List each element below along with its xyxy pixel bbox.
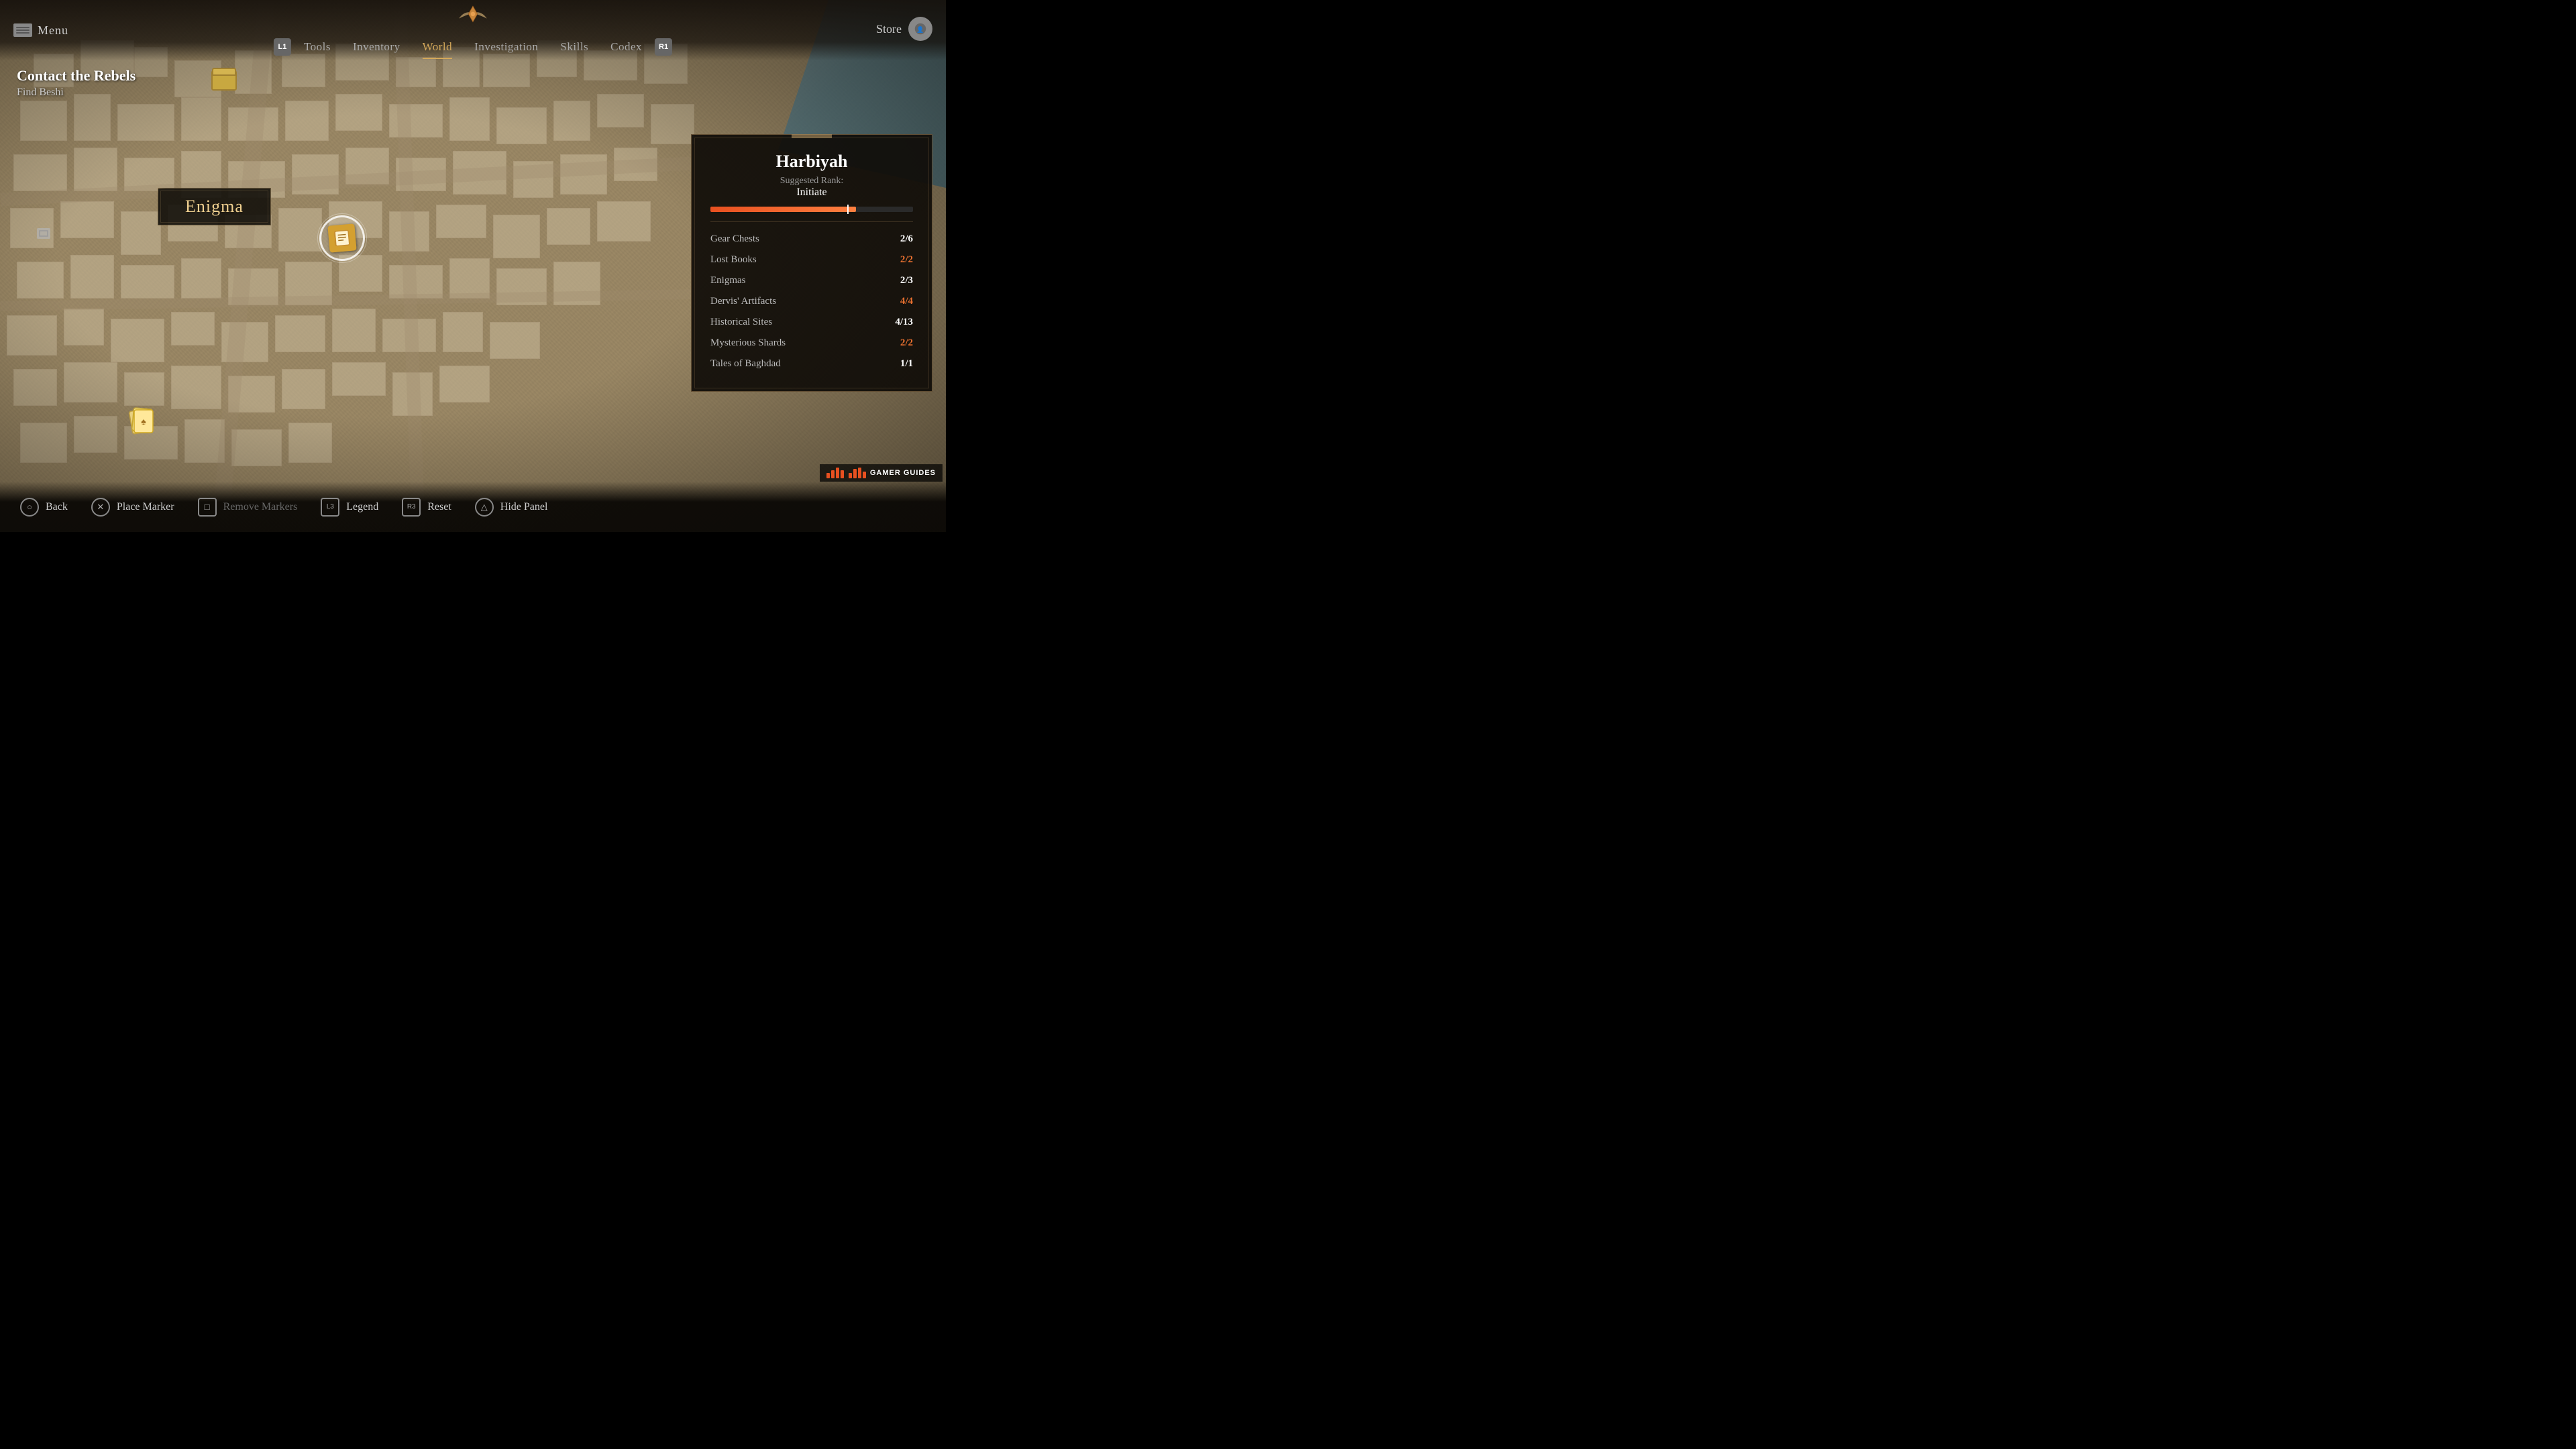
stat-value: 1/1 [900,358,913,370]
stat-label: Dervis' Artifacts [710,296,776,307]
tab-inventory[interactable]: Inventory [343,37,410,57]
stat-value: 2/3 [900,275,913,286]
stat-label: Mysterious Shards [710,337,786,349]
stat-label: Gear Chests [710,233,759,245]
triangle-button-icon: △ [475,498,494,517]
marker-circle [319,215,365,261]
place-marker-label: Place Marker [117,501,174,513]
watermark: GAMER GUIDES [820,464,943,482]
stat-value: 4/4 [900,296,913,307]
quest-info: Contact the Rebels Find Beshi [17,67,136,99]
stat-row-historical: Historical Sites 4/13 [710,312,913,333]
enigma-label: Enigma [185,197,244,216]
store-label: Store [876,22,902,36]
menu-section[interactable]: Menu [13,23,68,38]
enigma-box: Enigma [158,188,271,225]
panel-rank-value: Initiate [710,186,913,199]
stat-value: 2/2 [900,337,913,349]
x-button-icon: ✕ [91,498,110,517]
back-label: Back [46,501,68,513]
gg-logo [826,468,866,478]
stat-row-dervis: Dervis' Artifacts 4/4 [710,291,913,312]
stat-label: Lost Books [710,254,757,266]
l3-button-icon: L3 [321,498,339,517]
progress-fill [710,207,856,212]
tab-world[interactable]: World [413,37,462,57]
top-navigation: Menu L1 Tools Inventory World Investigat… [0,0,946,60]
menu-label[interactable]: Menu [38,23,68,38]
small-map-icon [37,228,50,239]
quest-subtitle: Find Beshi [17,87,136,99]
tab-tools[interactable]: Tools [294,37,340,57]
r1-badge[interactable]: R1 [655,38,672,56]
emblem [456,0,490,34]
stat-row-shards: Mysterious Shards 2/2 [710,333,913,354]
nav-center: L1 Tools Inventory World Investigation S… [274,0,672,57]
panel-ornament [792,134,832,138]
progress-bar [710,207,913,212]
progress-marker [847,205,849,214]
tab-codex[interactable]: Codex [601,37,651,57]
right-panel: Harbiyah Suggested Rank: Initiate Gear C… [691,134,932,392]
legend-action[interactable]: L3 Legend [321,498,378,517]
stat-value: 4/13 [895,317,913,328]
marker-icon [327,223,356,252]
panel-region-name: Harbiyah [710,152,913,172]
cards-icon: ♠ [127,405,158,438]
hide-panel-action[interactable]: △ Hide Panel [475,498,548,517]
enigma-tooltip: Enigma [158,188,271,225]
stat-row-lost-books: Lost Books 2/2 [710,250,913,270]
legend-label: Legend [346,501,378,513]
stat-label: Tales of Baghdad [710,358,781,370]
stat-label: Enigmas [710,275,746,286]
stat-value: 2/2 [900,254,913,266]
r3-button-icon: R3 [402,498,421,517]
quest-title: Contact the Rebels [17,67,136,85]
store-icon: 👤 [908,17,932,41]
remove-markers-action[interactable]: □ Remove Markers [198,498,298,517]
panel-divider [710,221,913,222]
chest-map-icon [211,70,237,91]
reset-label: Reset [427,501,451,513]
stat-value: 2/6 [900,233,913,245]
svg-text:♠: ♠ [141,417,146,427]
tab-skills[interactable]: Skills [551,37,598,57]
remove-markers-label: Remove Markers [223,501,298,513]
reset-action[interactable]: R3 Reset [402,498,451,517]
watermark-text: GAMER GUIDES [870,469,936,477]
stat-label: Historical Sites [710,317,772,328]
l1-badge[interactable]: L1 [274,38,291,56]
tab-investigation[interactable]: Investigation [465,37,547,57]
bottom-bar: ○ Back ✕ Place Marker □ Remove Markers L… [0,482,946,532]
panel-rank-label: Suggested Rank: [710,176,913,186]
square-button-icon: □ [198,498,217,517]
menu-icon [13,23,32,37]
store-section[interactable]: Store 👤 [876,17,932,41]
svg-text:👤: 👤 [916,25,924,33]
back-action[interactable]: ○ Back [20,498,68,517]
stat-row-tales: Tales of Baghdad 1/1 [710,354,913,374]
place-marker-action[interactable]: ✕ Place Marker [91,498,174,517]
circle-button-icon: ○ [20,498,39,517]
hide-panel-label: Hide Panel [500,501,548,513]
nav-tabs: L1 Tools Inventory World Investigation S… [274,37,672,57]
map-marker [319,215,365,261]
stat-row-gear-chests: Gear Chests 2/6 [710,229,913,250]
stat-row-enigmas: Enigmas 2/3 [710,270,913,291]
